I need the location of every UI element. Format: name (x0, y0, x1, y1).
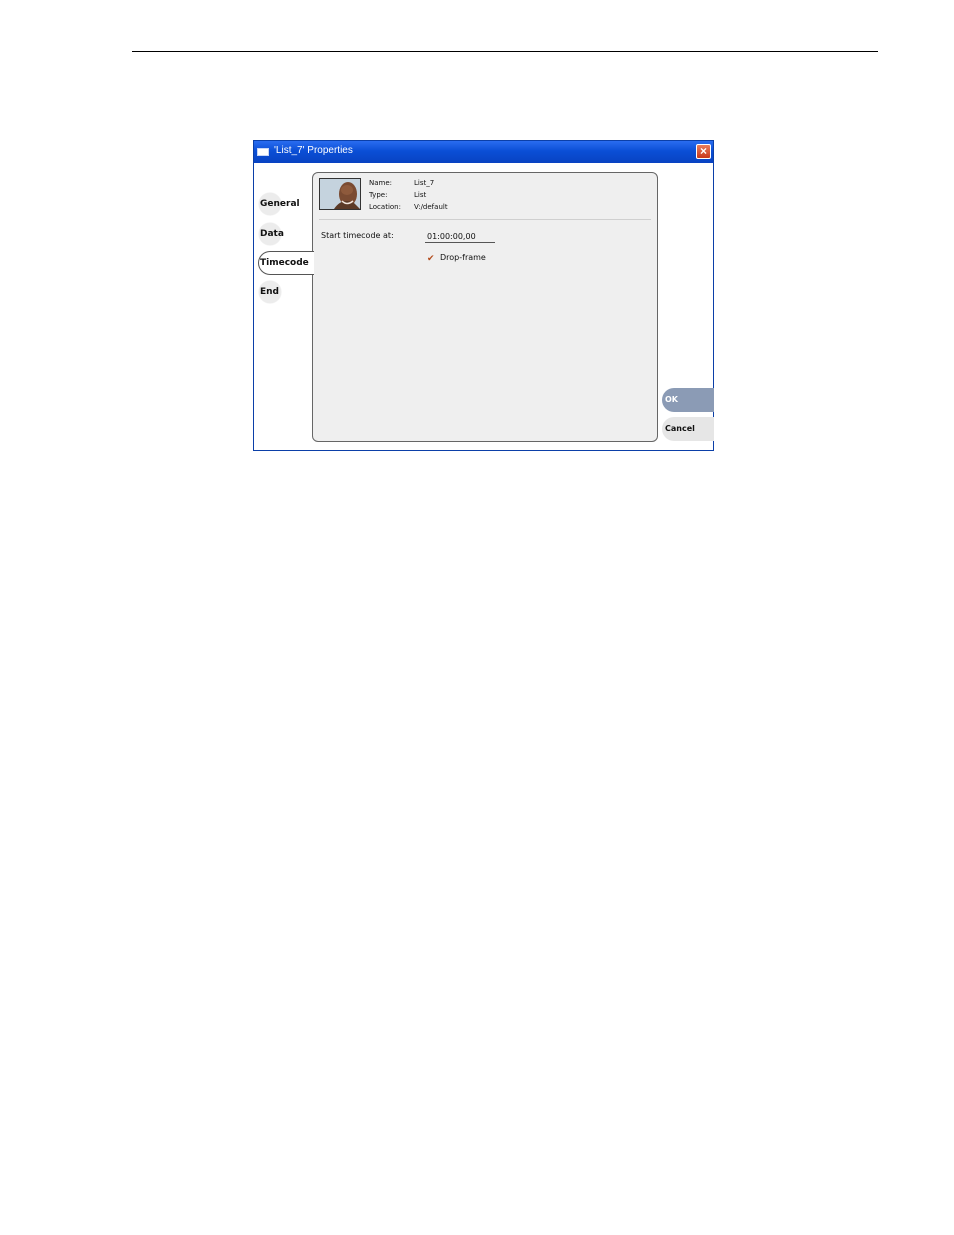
close-icon: × (699, 144, 707, 158)
window-icon (257, 148, 269, 156)
start-timecode-input[interactable] (425, 230, 495, 243)
drop-frame-label[interactable]: Drop-frame (440, 253, 486, 262)
ok-button[interactable]: OK (662, 388, 714, 412)
location-value: V:/default (414, 203, 448, 211)
tab-general[interactable]: General (258, 192, 312, 216)
thumbnail-image (320, 179, 360, 209)
tab-timecode[interactable]: Timecode (258, 251, 314, 275)
info-divider (319, 219, 651, 220)
check-icon[interactable]: ✔ (427, 253, 435, 263)
title-bar[interactable]: 'List_7' Properties × (254, 141, 713, 163)
tab-end[interactable]: End (258, 280, 312, 304)
cancel-button[interactable]: Cancel (662, 417, 714, 441)
dialog-title: 'List_7' Properties (274, 145, 353, 156)
name-value: List_7 (414, 179, 435, 187)
tab-content-panel: Name: List_7 Type: List Location: V:/def… (312, 172, 658, 442)
type-value: List (414, 191, 427, 199)
page-header-rule (132, 51, 878, 52)
type-label: Type: (369, 191, 388, 199)
location-label: Location: (369, 203, 401, 211)
properties-dialog: 'List_7' Properties × General Data Timec… (253, 140, 714, 451)
tab-data[interactable]: Data (258, 222, 312, 246)
close-button[interactable]: × (696, 144, 711, 159)
clip-thumbnail (319, 178, 361, 210)
start-timecode-label: Start timecode at: (321, 231, 394, 240)
name-label: Name: (369, 179, 393, 187)
